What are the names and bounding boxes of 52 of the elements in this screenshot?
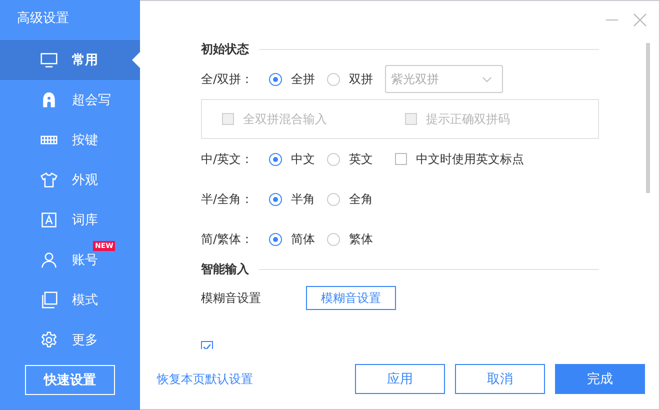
setting-label: 中/英文：: [201, 150, 254, 168]
option-label: 繁体: [349, 230, 373, 248]
checkbox-label: 全双拼混合输入: [243, 110, 327, 128]
sidebar-item[interactable]: 更多: [0, 320, 140, 360]
radio-button[interactable]: [327, 192, 340, 206]
selection-pointer-icon: [132, 52, 140, 68]
quick-settings-button[interactable]: 快速设置: [25, 365, 115, 395]
option-label: 简体: [291, 230, 315, 248]
restore-defaults-link[interactable]: 恢复本页默认设置: [157, 370, 253, 388]
radio-button[interactable]: [327, 72, 340, 86]
shirt-icon: [40, 171, 58, 189]
pages-icon: [40, 291, 58, 309]
sidebar-item[interactable]: 外观: [0, 160, 140, 200]
sidebar-item[interactable]: 按键: [0, 120, 140, 160]
option-label: 英文: [349, 150, 373, 168]
checkbox-label: 中文时使用英文标点: [416, 150, 524, 168]
setting-label: 模糊音设置: [201, 290, 262, 306]
option-label: 全拼: [291, 70, 315, 88]
setting-label: 全/双拼：: [201, 70, 254, 88]
letter-a-icon: [40, 211, 58, 229]
check-icon: [202, 342, 212, 349]
radio-button[interactable]: [327, 232, 340, 246]
primary-button[interactable]: 完成: [555, 364, 645, 394]
radio-button[interactable]: [269, 232, 282, 246]
radio-button[interactable]: [269, 192, 282, 206]
monitor-icon: [40, 51, 58, 69]
option-label: 半角: [291, 190, 315, 208]
caret-icon: [482, 76, 492, 82]
settings-icon: [40, 331, 58, 349]
setting-label: 半/全角：: [201, 190, 254, 208]
sidebar-item[interactable]: 超会写: [0, 80, 140, 120]
checkbox-label: 提示正确双拼码: [426, 110, 510, 128]
section-title: 智能输入: [201, 260, 249, 278]
scrollbar[interactable]: [646, 43, 650, 193]
close-icon[interactable]: [633, 13, 647, 27]
sidebar-item[interactable]: 词库: [0, 200, 140, 240]
sidebar-item[interactable]: 常用: [0, 40, 140, 80]
radio-button[interactable]: [269, 72, 282, 86]
setting-label: 简/繁体：: [201, 230, 254, 248]
dialog-button[interactable]: 应用: [355, 364, 445, 394]
user-icon: [40, 251, 58, 269]
option-label: 双拼: [349, 70, 373, 88]
radio-button[interactable]: [269, 152, 282, 166]
section-title: 初始状态: [201, 40, 249, 58]
checkbox[interactable]: [395, 153, 407, 165]
fuzzy-sound-settings-button[interactable]: 模糊音设置: [306, 286, 396, 310]
window-title: 高级设置: [16, 10, 70, 28]
option-label: 中文: [291, 150, 315, 168]
sidebar-item[interactable]: 模式: [0, 280, 140, 320]
radio-button[interactable]: [327, 152, 340, 166]
dialog-button[interactable]: 取消: [455, 364, 545, 394]
option-label: 全角: [349, 190, 373, 208]
